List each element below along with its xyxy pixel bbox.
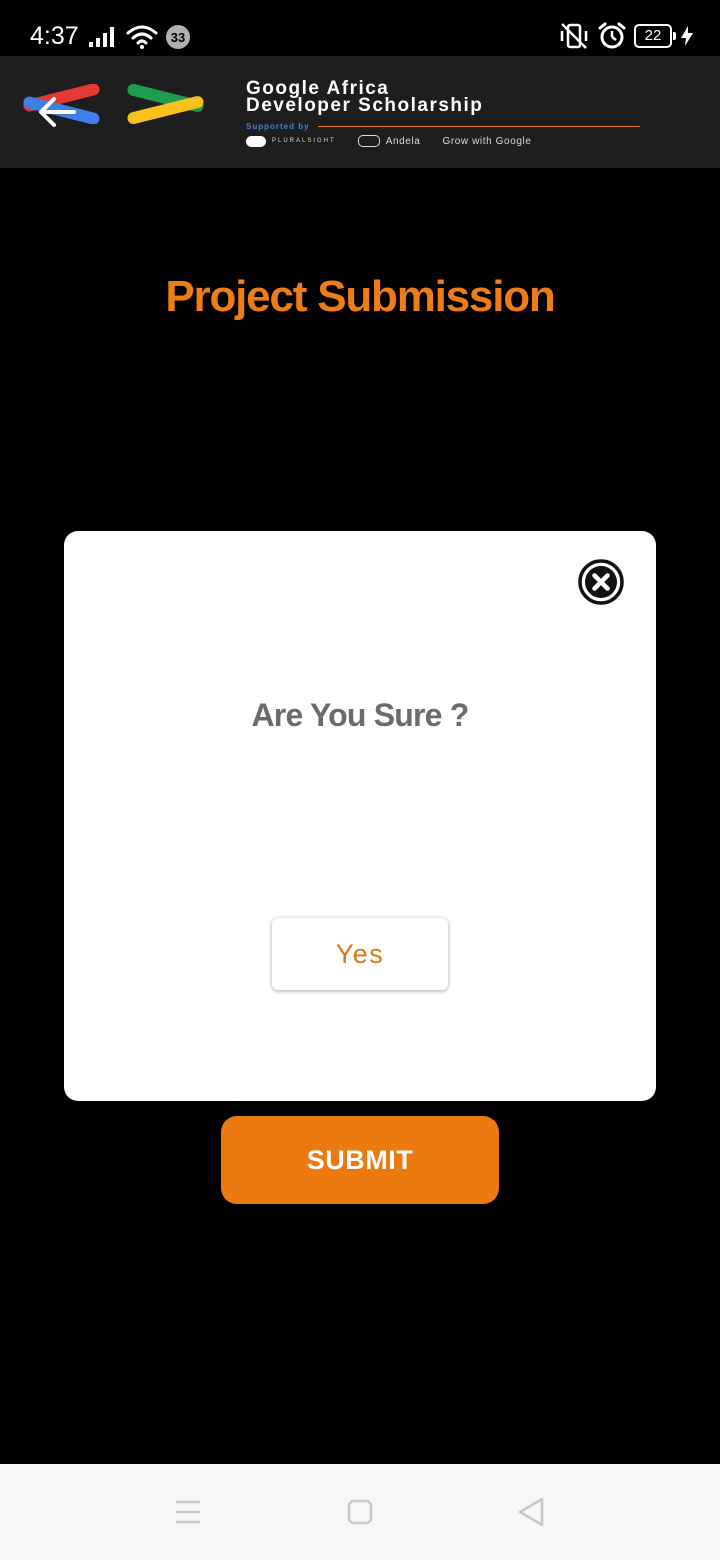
brand-divider [317, 125, 640, 127]
status-time: 4:37 [30, 22, 79, 50]
yes-button[interactable]: Yes [272, 918, 448, 990]
close-circle-icon[interactable] [578, 559, 624, 605]
partner-andela: Andela [357, 135, 421, 147]
andela-label: Andela [385, 135, 421, 147]
back-icon[interactable] [514, 1494, 550, 1530]
alarm-icon [598, 22, 626, 49]
status-left-icons: 33 [88, 22, 190, 52]
wifi-icon [126, 25, 158, 49]
brand-block: Google Africa Developer Scholarship Supp… [246, 79, 646, 147]
pluralsight-icon [246, 135, 266, 147]
confirm-dialog: Are You Sure ? Yes [64, 531, 656, 1101]
pluralsight-label: PLURALSIGHT [272, 138, 336, 144]
page-title: Project Submission [165, 272, 555, 321]
status-right-icons: 22 [558, 20, 694, 52]
andela-icon [357, 135, 380, 147]
supported-row: Supported by [246, 121, 646, 131]
screen: 4:37 33 22 Google Africa Developer Schol… [0, 0, 720, 1560]
home-icon[interactable] [342, 1494, 378, 1530]
notification-badge: 33 [166, 25, 190, 49]
partner-grow-with-google: Grow with Google [442, 136, 531, 147]
status-bar: 4:37 33 22 [0, 0, 720, 56]
app-bar: Google Africa Developer Scholarship Supp… [0, 56, 720, 168]
supported-by-label: Supported by [246, 121, 310, 131]
submit-button[interactable]: SUBMIT [221, 1116, 499, 1204]
signal-icon [89, 27, 114, 47]
brand-title-line2: Developer Scholarship [246, 95, 484, 116]
back-arrow-icon[interactable] [36, 96, 76, 128]
nav-bar [0, 1464, 720, 1560]
battery-icon: 22 [634, 24, 676, 48]
partner-logos: PLURALSIGHT Andela Grow with Google [246, 135, 646, 147]
grow-with-google-label: Grow with Google [442, 135, 532, 147]
menu-icon[interactable] [170, 1494, 206, 1530]
vibrate-off-icon [560, 23, 588, 49]
charging-icon [681, 26, 693, 46]
dialog-message: Are You Sure ? [251, 697, 469, 733]
partner-pluralsight: PLURALSIGHT [246, 135, 336, 147]
